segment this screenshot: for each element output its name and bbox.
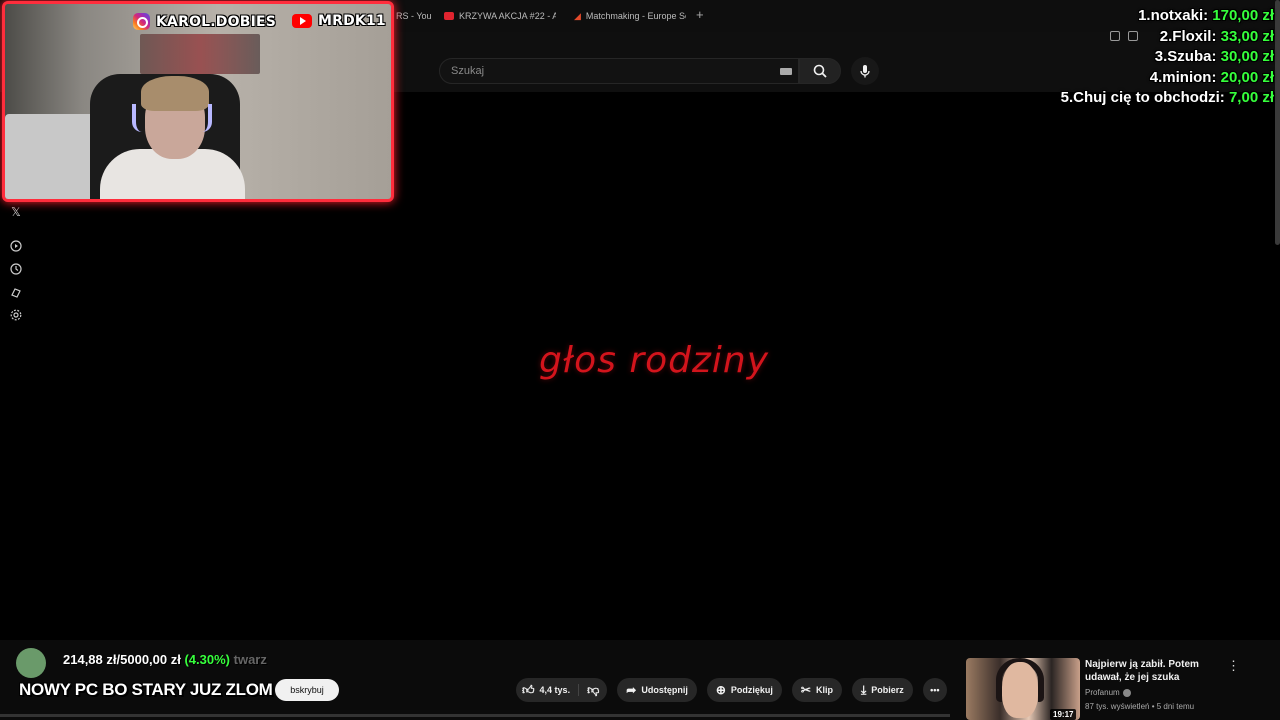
like-dislike-group: 👍︎ 4,4 tys. 👎︎ — [516, 678, 608, 702]
like-count: 4,4 tys. — [539, 685, 571, 695]
donor-row: 1.notxaki: 170,00 zł — [1138, 7, 1274, 24]
x-icon[interactable]: 𝕏 — [10, 205, 22, 219]
tab-rs[interactable]: RS - You — [396, 6, 432, 26]
youtube-icon — [292, 14, 312, 28]
keyboard-icon[interactable] — [780, 68, 792, 75]
recommendation-menu-icon[interactable]: ⋮ — [1227, 658, 1240, 674]
instagram-handle-text: KAROL.DOBIES — [156, 13, 277, 30]
faceit-favicon-icon: ◢ — [574, 10, 581, 21]
description-divider — [0, 714, 950, 717]
donor-row: 3.Szuba: 30,00 zł — [1154, 48, 1274, 65]
video-overlay-text: głos rodziny — [538, 340, 770, 381]
search-icon — [813, 64, 827, 78]
download-button[interactable]: ⤓ Pobierz — [851, 678, 913, 702]
play-circle-icon[interactable] — [10, 240, 22, 252]
instagram-handle: KAROL.DOBIES — [133, 13, 276, 30]
page-scrollbar[interactable] — [1275, 0, 1280, 245]
tab-krzywa-akcja[interactable]: KRZYWA AKCJA #22 - Al — [444, 6, 556, 26]
tab-matchmaking[interactable]: ◢ Matchmaking - Europe Se — [574, 6, 686, 26]
share-icon: ➦ — [626, 683, 637, 697]
video-actions: 👍︎ 4,4 tys. 👎︎ ➦ Udostępnij ⊕ Podziękuj … — [516, 678, 947, 702]
stream-goal-headline: NOWY PC BO STARY JUZ ZLOM — [19, 680, 273, 699]
more-actions-button[interactable]: ••• — [922, 678, 947, 702]
channel-avatar[interactable] — [16, 648, 46, 678]
thumbs-up-icon: 👍︎ — [522, 683, 535, 697]
thumbs-down-icon[interactable]: 👎︎ — [579, 684, 607, 696]
goal-behind-text: twarz — [233, 652, 267, 667]
instagram-icon — [133, 13, 150, 30]
download-icon: ⤓ — [860, 683, 867, 697]
search-input[interactable]: Szukaj — [439, 58, 799, 84]
goal-target: 5000,00 zł — [120, 652, 181, 667]
history-icon[interactable] — [10, 263, 22, 275]
goal-percent: (4.30%) — [184, 652, 230, 667]
tab-label: KRZYWA AKCJA #22 - Al — [459, 11, 556, 21]
clip-icon[interactable] — [10, 286, 22, 298]
video-duration: 19:17 — [1050, 709, 1077, 720]
donation-leaderboard: 1.notxaki: 170,00 zł 2.Floxil: 33,00 zł … — [1061, 6, 1274, 109]
tab-label: RS - You — [396, 11, 432, 21]
subscribe-button[interactable]: bskrybuj — [275, 679, 339, 701]
microphone-icon — [860, 65, 870, 78]
share-button[interactable]: ➦ Udostępnij — [617, 678, 697, 702]
recommendation-channel[interactable]: Profanum — [1085, 688, 1131, 697]
youtube-handle: MRDK11 — [292, 13, 386, 29]
donation-goal: 214,88 zł/5000,00 zł (4.30%) twarz — [63, 652, 267, 667]
donor-row: 4.minion: 20,00 zł — [1149, 68, 1274, 86]
settings-icon[interactable] — [10, 309, 22, 321]
youtube-handle-text: MRDK11 — [318, 13, 386, 29]
scissors-icon: ✂ — [800, 683, 811, 697]
goal-current: 214,88 zł — [63, 652, 117, 667]
donor-row: 5.Chuj cię to obchodzi: 7,00 zł — [1060, 89, 1274, 106]
recommendation-meta: 87 tys. wyświetleń • 5 dni temu — [1085, 702, 1195, 711]
youtube-favicon-icon — [444, 12, 454, 20]
like-button[interactable]: 👍︎ 4,4 tys. — [522, 683, 580, 697]
bed-shape — [5, 114, 95, 199]
recommendation-title[interactable]: Najpierw ją zabił. Potem udawał, że jej … — [1085, 658, 1225, 684]
thumbnail-figure-face — [1002, 662, 1038, 718]
left-rail: 𝕏 — [0, 200, 32, 640]
clip-button[interactable]: ✂ Klip — [791, 678, 842, 702]
search-button[interactable] — [799, 58, 841, 84]
search-placeholder: Szukaj — [451, 65, 485, 77]
webcam-overlay — [2, 1, 394, 202]
wall-picture — [140, 34, 260, 74]
voice-search-button[interactable] — [851, 57, 879, 85]
thanks-icon: ⊕ — [715, 683, 726, 697]
thanks-button[interactable]: ⊕ Podziękuj — [706, 678, 782, 702]
headphones-icon — [132, 104, 212, 132]
new-tab-button[interactable]: + — [696, 7, 704, 22]
donor-row: 2.Floxil: 33,00 zł — [1159, 27, 1274, 45]
tab-label: Matchmaking - Europe Se — [585, 11, 686, 21]
verified-icon — [1122, 688, 1131, 697]
